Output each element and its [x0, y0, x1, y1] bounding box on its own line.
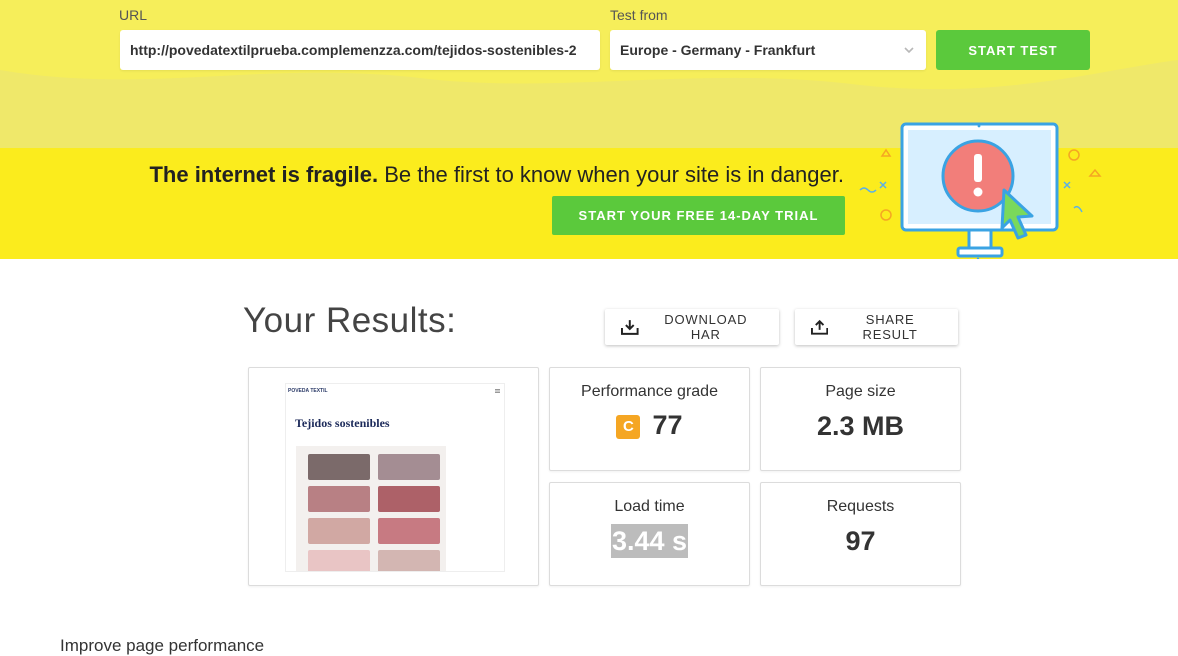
thumb-heading: Tejidos sostenibles: [295, 416, 390, 430]
page-size-card: Page size 2.3 MB: [760, 367, 961, 471]
promo-banner: The internet is fragile. Be the first to…: [0, 122, 1178, 259]
promo-headline-rest: Be the first to know when your site is i…: [378, 162, 844, 187]
requests-card: Requests 97: [760, 482, 961, 586]
performance-score: 77: [652, 410, 683, 440]
page-size-value: 2.3 MB: [816, 411, 905, 441]
share-icon: [811, 319, 829, 335]
improve-performance-heading: Improve page performance: [60, 636, 265, 655]
promo-headline: The internet is fragile. Be the first to…: [149, 162, 844, 188]
monitor-alert-illustration: [859, 122, 1102, 259]
test-from-value: Europe - Germany - Frankfurt: [620, 42, 816, 58]
load-time-label: Load time: [614, 498, 685, 515]
start-test-button[interactable]: START TEST: [936, 30, 1090, 70]
download-har-button[interactable]: DOWNLOAD HAR: [605, 309, 779, 345]
url-label: URL: [119, 7, 148, 23]
thumb-logo: POVEDA TEXTIL: [288, 388, 328, 394]
fabric-swatches-image: [296, 446, 446, 571]
share-result-button[interactable]: SHARE RESULT: [795, 309, 958, 345]
download-icon: [621, 320, 639, 335]
performance-grade-label: Performance grade: [581, 383, 718, 400]
chevron-down-icon: [904, 47, 914, 54]
download-har-label: DOWNLOAD HAR: [664, 312, 748, 342]
share-result-label: SHARE RESULT: [862, 312, 918, 342]
page-size-label: Page size: [825, 383, 896, 400]
url-input[interactable]: [120, 30, 600, 70]
page-screenshot-thumbnail[interactable]: POVEDA TEXTIL Tejidos sostenibles: [285, 383, 505, 572]
requests-value: 97: [845, 526, 876, 556]
page-screenshot-card: POVEDA TEXTIL Tejidos sostenibles: [248, 367, 539, 586]
promo-headline-bold: The internet is fragile.: [149, 162, 379, 187]
load-time-card: Load time 3.44 s: [549, 482, 750, 586]
grade-badge: C: [616, 415, 641, 439]
test-from-label: Test from: [610, 7, 668, 23]
results-title: Your Results:: [243, 301, 457, 340]
load-time-value: 3.44 s: [610, 524, 689, 558]
performance-grade-card: Performance grade C 77: [549, 367, 750, 471]
menu-icon: [495, 389, 500, 393]
start-trial-button[interactable]: START YOUR FREE 14-DAY TRIAL: [552, 196, 845, 235]
test-from-select[interactable]: Europe - Germany - Frankfurt: [610, 30, 926, 70]
requests-label: Requests: [826, 498, 895, 515]
